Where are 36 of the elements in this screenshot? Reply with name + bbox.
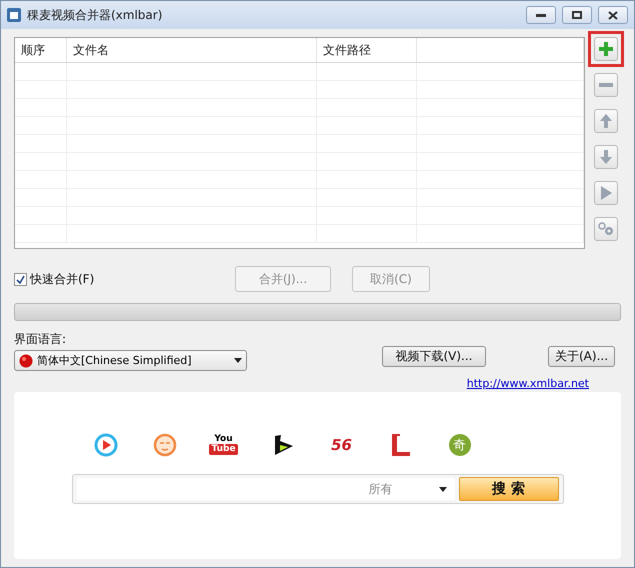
plus-icon <box>599 42 613 56</box>
checkbox[interactable] <box>14 272 27 286</box>
maximize-button[interactable] <box>562 6 592 24</box>
arrow-up-icon <box>600 114 612 128</box>
checkbox-label: 快速合并(F) <box>30 270 94 288</box>
speech-bubble-icon: 奇 <box>448 434 470 456</box>
close-button[interactable] <box>598 6 628 24</box>
language-label: 界面语言: <box>14 331 68 348</box>
app-icon <box>7 8 21 22</box>
flag-icon <box>19 354 33 368</box>
video-download-button[interactable]: 视频下载(V)... <box>382 346 486 367</box>
gears-icon <box>598 222 614 236</box>
add-button[interactable] <box>594 37 618 61</box>
arrow-down-icon <box>600 150 612 164</box>
play-circle-icon <box>94 433 118 457</box>
column-header[interactable]: 文件名 <box>67 38 317 62</box>
search-button[interactable]: 搜 索 <box>458 477 558 501</box>
close-icon <box>608 10 618 20</box>
play-icon <box>600 186 612 200</box>
website-link[interactable]: http://www.xmlbar.net <box>466 377 589 390</box>
about-button[interactable]: 关于(A)... <box>548 346 616 367</box>
minimize-icon <box>536 14 546 16</box>
maximize-icon <box>572 11 582 19</box>
column-header[interactable]: 文件路径 <box>317 38 417 62</box>
minimize-button[interactable] <box>526 6 556 24</box>
column-header[interactable]: 顺序 <box>15 38 67 62</box>
smiley-icon <box>152 433 176 457</box>
language-dropdown[interactable]: 简体中文[Chinese Simplified] <box>14 350 247 371</box>
number-logo-icon: 56 <box>331 436 352 454</box>
window-title: 稞麦视频合并器(xmlbar) <box>27 6 164 24</box>
minus-icon <box>599 83 613 87</box>
dropdown-arrow-icon <box>438 486 446 492</box>
bracket-logo-icon <box>392 434 410 456</box>
scope-dropdown[interactable]: 所有 <box>368 480 392 498</box>
search-field[interactable]: 所有 <box>76 478 454 500</box>
dropdown-arrow-icon <box>234 358 242 363</box>
